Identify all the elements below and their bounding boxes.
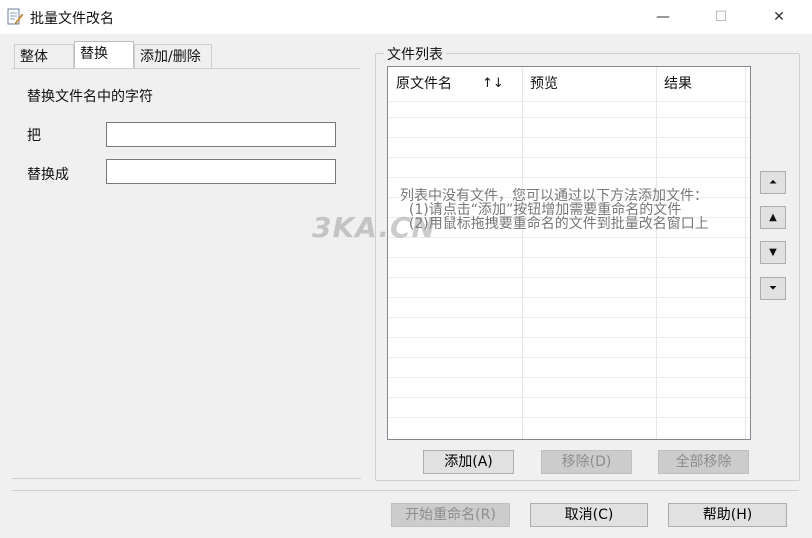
row-divider: [388, 137, 750, 138]
move-bottom-icon: ⏷: [769, 283, 777, 294]
row-divider: [388, 377, 750, 378]
row-divider: [388, 337, 750, 338]
title-bar: 批量文件改名 — ☐ ✕: [0, 0, 812, 34]
footer-divider: [12, 490, 799, 491]
remove-button[interactable]: 移除(D): [541, 450, 632, 474]
file-list-view[interactable]: 原文件名 ↑↓ 预览 结果 列表中没有文件，您可以通过以下方法添加文件： (1)…: [387, 66, 751, 440]
column-header-result[interactable]: 结果: [656, 67, 746, 101]
help-button[interactable]: 帮助(H): [668, 503, 787, 527]
file-list-group-label: 文件列表: [384, 44, 446, 64]
replace-to-label: 替换成: [27, 167, 69, 183]
move-top-icon: ⏶: [769, 177, 777, 188]
replace-heading: 替换文件名中的字符: [27, 89, 153, 105]
minimize-button[interactable]: —: [640, 0, 686, 34]
row-divider: [388, 357, 750, 358]
add-button[interactable]: 添加(A): [423, 450, 514, 474]
column-header-original-name-label: 原文件名: [396, 76, 452, 92]
window-title: 批量文件改名: [30, 11, 114, 27]
tab-divider: [12, 68, 360, 69]
cancel-button[interactable]: 取消(C): [530, 503, 648, 527]
column-divider: [656, 67, 657, 439]
row-divider: [388, 317, 750, 318]
column-divider: [522, 67, 523, 439]
move-bottom-button[interactable]: ⏷: [760, 277, 786, 300]
left-panel-bottom-line: [12, 478, 361, 479]
move-top-button[interactable]: ⏶: [760, 171, 786, 194]
tab-add-delete[interactable]: 添加/删除: [134, 44, 212, 68]
move-down-icon: ▼: [769, 247, 777, 258]
column-header-preview[interactable]: 预览: [522, 67, 656, 101]
row-divider: [388, 257, 750, 258]
row-divider: [388, 177, 750, 178]
row-divider: [388, 157, 750, 158]
replace-from-input[interactable]: [106, 122, 336, 147]
document-edit-icon: [7, 8, 23, 25]
row-divider: [388, 117, 750, 118]
tab-replace[interactable]: 替换: [74, 41, 134, 68]
row-divider: [388, 237, 750, 238]
row-divider: [388, 101, 750, 102]
row-divider: [388, 277, 750, 278]
remove-all-button[interactable]: 全部移除: [658, 450, 749, 474]
sort-arrows-icon[interactable]: ↑↓: [482, 67, 504, 101]
replace-to-input[interactable]: [106, 159, 336, 184]
close-button[interactable]: ✕: [756, 0, 802, 34]
row-divider: [388, 417, 750, 418]
row-divider: [388, 397, 750, 398]
empty-list-message: 列表中没有文件，您可以通过以下方法添加文件： (1)请点击“添加”按钮增加需要重…: [400, 188, 709, 232]
move-up-icon: ▲: [769, 212, 777, 223]
tab-overall[interactable]: 整体: [14, 44, 74, 68]
row-divider: [388, 297, 750, 298]
column-divider: [745, 67, 746, 439]
move-down-button[interactable]: ▼: [760, 241, 786, 264]
maximize-button[interactable]: ☐: [698, 0, 744, 34]
start-rename-button[interactable]: 开始重命名(R): [391, 503, 510, 527]
replace-from-label: 把: [27, 128, 41, 144]
move-up-button[interactable]: ▲: [760, 206, 786, 229]
